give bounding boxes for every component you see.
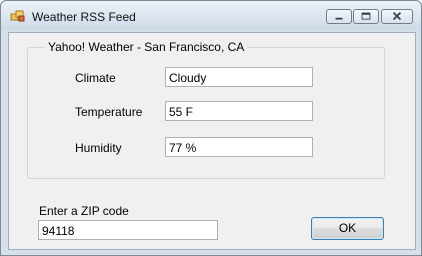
close-button[interactable] (381, 9, 413, 24)
temperature-field[interactable]: 55 F (165, 101, 313, 121)
maximize-button[interactable] (353, 9, 379, 24)
app-window-icon (10, 10, 25, 22)
climate-label: Climate (75, 71, 116, 85)
maximize-icon (361, 12, 371, 20)
zip-label: Enter a ZIP code (39, 204, 129, 218)
humidity-field[interactable]: 77 % (165, 137, 313, 157)
close-icon (392, 11, 402, 21)
minimize-button[interactable] (326, 9, 352, 24)
groupbox-title: Yahoo! Weather - San Francisco, CA (45, 40, 248, 54)
temperature-label: Temperature (75, 105, 143, 119)
ok-button[interactable]: OK (311, 217, 384, 240)
title-bar[interactable]: Weather RSS Feed (1, 1, 421, 31)
climate-field[interactable]: Cloudy (165, 67, 313, 87)
minimize-icon (335, 17, 343, 20)
window-title: Weather RSS Feed (32, 10, 136, 24)
humidity-label: Humidity (75, 141, 122, 155)
zip-input[interactable]: 94118 (38, 220, 218, 240)
